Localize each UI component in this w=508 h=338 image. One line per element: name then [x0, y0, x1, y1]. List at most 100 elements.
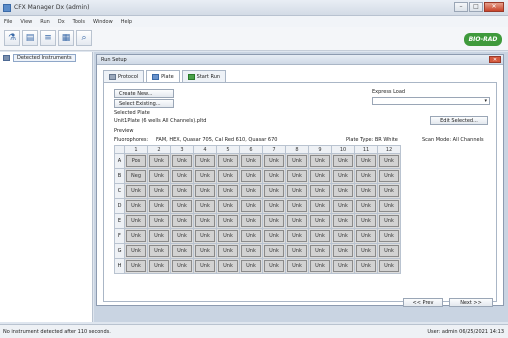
plate-well[interactable]: Unk — [379, 245, 399, 257]
plate-well[interactable]: Unk — [172, 245, 192, 257]
plate-well[interactable]: Unk — [310, 185, 330, 197]
plate-well[interactable]: Unk — [241, 215, 261, 227]
plate-column-header[interactable]: 7 — [262, 145, 286, 154]
plate-well[interactable]: Unk — [287, 185, 307, 197]
plate-well[interactable]: Unk — [356, 170, 376, 182]
plate-well[interactable]: Unk — [218, 155, 238, 167]
plate-well[interactable]: Unk — [310, 245, 330, 257]
plate-well[interactable]: Unk — [333, 155, 353, 167]
next-button[interactable]: Next >> — [449, 298, 493, 307]
plate-well[interactable]: Unk — [356, 230, 376, 242]
plate-well[interactable]: Unk — [356, 260, 376, 272]
plate-well[interactable]: Unk — [333, 215, 353, 227]
plate-well[interactable]: Pos — [126, 155, 146, 167]
plate-well[interactable]: Unk — [126, 245, 146, 257]
plate-well[interactable]: Unk — [126, 260, 146, 272]
plate-well[interactable]: Unk — [172, 215, 192, 227]
plate-row-header[interactable]: H — [114, 258, 125, 274]
plate-well[interactable]: Unk — [333, 245, 353, 257]
edit-selected-button[interactable]: Edit Selected... — [430, 116, 488, 125]
plate-row-header[interactable]: G — [114, 243, 125, 259]
plate-column-header[interactable]: 2 — [147, 145, 171, 154]
plate-well[interactable]: Unk — [264, 260, 284, 272]
plate-well[interactable]: Unk — [310, 230, 330, 242]
plate-column-header[interactable]: 3 — [170, 145, 194, 154]
dialog-close-button[interactable]: ✕ — [489, 56, 501, 63]
plate-well[interactable]: Unk — [195, 245, 215, 257]
plate-well[interactable]: Unk — [241, 260, 261, 272]
plate-well[interactable]: Unk — [126, 215, 146, 227]
plate-well[interactable]: Unk — [149, 200, 169, 212]
plate-well[interactable]: Unk — [310, 215, 330, 227]
menu-tools[interactable]: Tools — [73, 19, 85, 25]
menu-file[interactable]: File — [4, 19, 12, 25]
tab-protocol[interactable]: Protocol — [103, 70, 145, 82]
plate-well[interactable]: Unk — [379, 260, 399, 272]
plate-well[interactable]: Unk — [195, 230, 215, 242]
plate-well[interactable]: Unk — [172, 230, 192, 242]
plate-well[interactable]: Unk — [356, 185, 376, 197]
plate-row-header[interactable]: F — [114, 228, 125, 244]
plate-well[interactable]: Unk — [310, 260, 330, 272]
plate-well[interactable]: Unk — [218, 260, 238, 272]
plate-row-header[interactable]: D — [114, 198, 125, 214]
plate-column-header[interactable]: 6 — [239, 145, 263, 154]
plate-well[interactable]: Unk — [149, 155, 169, 167]
plate-row-header[interactable]: C — [114, 183, 125, 199]
plate-well[interactable]: Unk — [149, 245, 169, 257]
plate-well[interactable]: Unk — [172, 155, 192, 167]
prev-button[interactable]: << Prev — [403, 298, 443, 307]
plate-well[interactable]: Unk — [287, 170, 307, 182]
menu-view[interactable]: View — [20, 19, 32, 25]
plate-well[interactable]: Unk — [195, 155, 215, 167]
plate-column-header[interactable]: 1 — [124, 145, 148, 154]
plate-well[interactable]: Unk — [195, 200, 215, 212]
plate-well[interactable]: Unk — [172, 185, 192, 197]
plate-well[interactable]: Unk — [241, 155, 261, 167]
plate-well[interactable]: Unk — [126, 230, 146, 242]
plate-well[interactable]: Unk — [218, 230, 238, 242]
plate-well[interactable]: Unk — [264, 185, 284, 197]
plate-well[interactable]: Unk — [287, 260, 307, 272]
plate-well[interactable]: Unk — [264, 245, 284, 257]
plate-column-header[interactable]: 10 — [331, 145, 355, 154]
plate-column-header[interactable]: 12 — [377, 145, 401, 154]
menu-help[interactable]: Help — [121, 19, 132, 25]
plate-well[interactable]: Unk — [287, 155, 307, 167]
plate-well[interactable]: Unk — [333, 200, 353, 212]
plate-well[interactable]: Unk — [356, 200, 376, 212]
plate-well[interactable]: Unk — [149, 260, 169, 272]
plate-well[interactable]: Unk — [287, 200, 307, 212]
menu-window[interactable]: Window — [93, 19, 113, 25]
tab-start-run[interactable]: Start Run — [181, 70, 227, 82]
close-button[interactable]: ✕ — [484, 2, 504, 12]
plate-well[interactable]: Unk — [287, 245, 307, 257]
plate-well[interactable]: Unk — [310, 200, 330, 212]
plate-well[interactable]: Unk — [218, 185, 238, 197]
plate-well[interactable]: Unk — [241, 245, 261, 257]
tab-plate[interactable]: Plate — [146, 70, 180, 82]
plate-well[interactable]: Unk — [172, 260, 192, 272]
minimize-button[interactable]: – — [454, 2, 468, 12]
plate-well[interactable]: Unk — [333, 260, 353, 272]
plate-well[interactable]: Unk — [218, 200, 238, 212]
plate-well[interactable]: Unk — [264, 200, 284, 212]
plate-well[interactable]: Neg — [126, 170, 146, 182]
plate-well[interactable]: Unk — [310, 155, 330, 167]
tubes-icon[interactable]: ≡ — [40, 30, 56, 46]
plate-well[interactable]: Unk — [195, 260, 215, 272]
plate-column-header[interactable]: 9 — [308, 145, 332, 154]
plate-column-header[interactable]: 4 — [193, 145, 217, 154]
plate-well[interactable]: Unk — [172, 200, 192, 212]
plate-well[interactable]: Unk — [149, 170, 169, 182]
plate-well[interactable]: Unk — [218, 245, 238, 257]
plate-well[interactable]: Unk — [241, 170, 261, 182]
document-icon[interactable]: ▤ — [22, 30, 38, 46]
plate-well[interactable]: Unk — [264, 215, 284, 227]
plate-column-header[interactable]: 5 — [216, 145, 240, 154]
express-load-select[interactable]: ▾ — [372, 97, 490, 105]
menu-run[interactable]: Run — [40, 19, 50, 25]
plate-well[interactable]: Unk — [379, 215, 399, 227]
plate-well[interactable]: Unk — [218, 170, 238, 182]
menu-dx[interactable]: Dx — [58, 19, 65, 25]
